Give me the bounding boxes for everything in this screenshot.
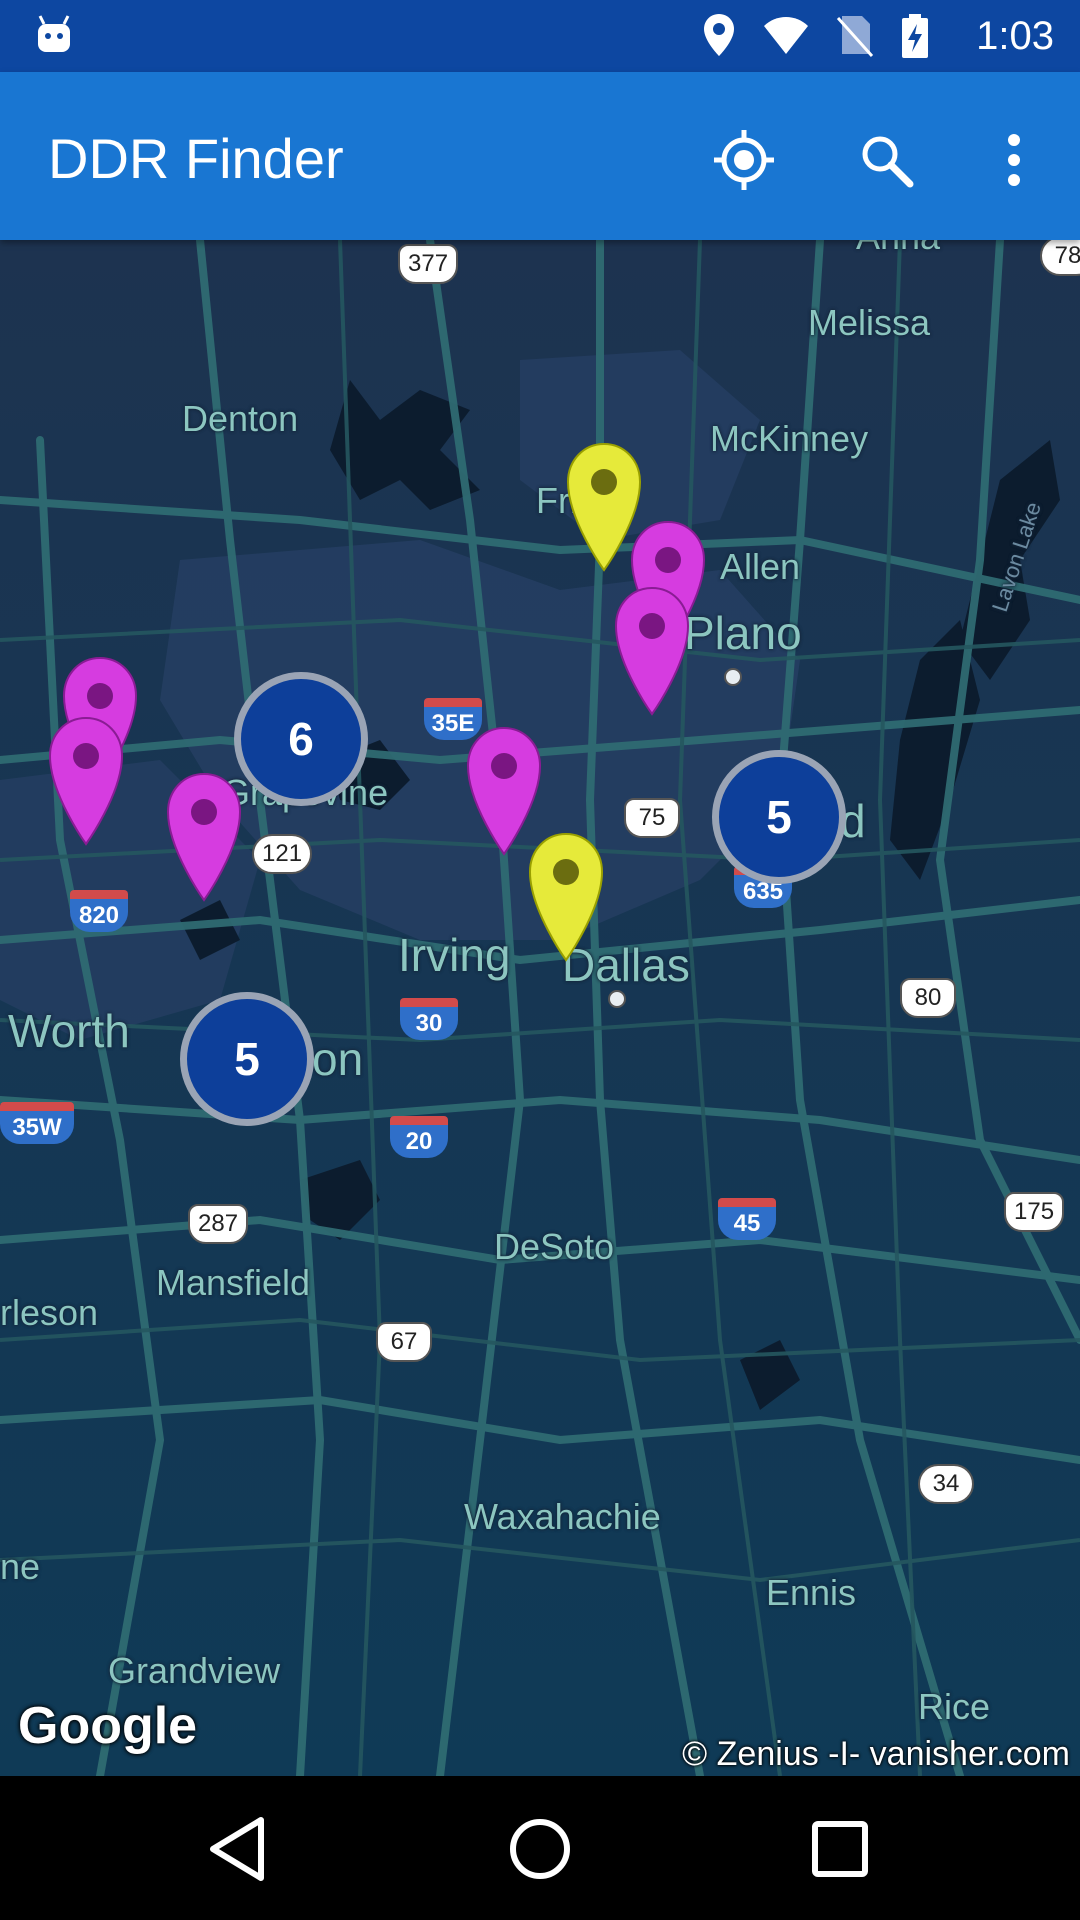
more-vert-icon: [1008, 134, 1020, 186]
map-attribution: © Zenius -I- vanisher.com: [682, 1735, 1070, 1773]
search-button[interactable]: [846, 120, 926, 200]
city-label-grandview: Grandview: [108, 1650, 281, 1691]
city-label-waxahachie: Waxahachie: [464, 1496, 661, 1537]
city-label-irving: Irving: [398, 929, 511, 981]
city-label-anna: Anna: [856, 240, 940, 258]
city-label-fort-worth: Worth: [8, 1005, 130, 1057]
back-button[interactable]: [190, 1804, 290, 1894]
marker-cluster-arlington[interactable]: 5: [180, 992, 314, 1126]
status-time: 1:03: [976, 14, 1054, 58]
city-dot-plano: [724, 668, 742, 686]
city-label-burleson: rleson: [0, 1292, 99, 1333]
home-circle-icon: [510, 1819, 570, 1879]
city-label-mckinney: McKinney: [710, 418, 869, 459]
highway-shield-287: 287: [188, 1204, 249, 1244]
highway-shield-45: 45: [718, 1198, 776, 1240]
map-view[interactable]: Anna Melissa Denton McKinney Fris Allen …: [0, 240, 1080, 1776]
back-triangle-icon: [210, 1817, 264, 1881]
my-location-button[interactable]: [704, 120, 784, 200]
google-logo: Google: [18, 1697, 198, 1755]
app-title: DDR Finder: [48, 127, 344, 190]
marker-cluster-grapevine[interactable]: 6: [234, 672, 368, 806]
wifi-icon: [762, 12, 810, 65]
highway-shield-78: 78: [1040, 240, 1080, 276]
location-pin-magenta[interactable]: [46, 714, 126, 846]
city-label-mansfield: Mansfield: [156, 1262, 311, 1303]
home-button[interactable]: [490, 1804, 590, 1894]
overflow-menu-button[interactable]: [974, 120, 1054, 200]
location-icon: [702, 12, 736, 65]
marker-cluster-garland[interactable]: 5: [712, 750, 846, 884]
city-label-desoto: DeSoto: [494, 1226, 615, 1267]
highway-shield-30: 30: [400, 998, 458, 1040]
status-bar: 1:03: [0, 0, 1080, 72]
crosshair-icon: [714, 130, 774, 190]
highway-shield-820: 820: [70, 890, 128, 932]
highway-shield-75: 75: [624, 798, 680, 838]
recents-square-icon: [812, 1821, 868, 1877]
city-label-denton: Denton: [182, 398, 299, 439]
highway-shield-20: 20: [390, 1116, 448, 1158]
location-pin-yellow[interactable]: [526, 830, 606, 962]
status-icons: [702, 12, 930, 65]
city-label-rice: Rice: [918, 1686, 991, 1727]
highway-shield-34: 34: [918, 1464, 974, 1504]
location-pin-magenta[interactable]: [612, 584, 692, 716]
navigation-bar: [0, 1776, 1080, 1920]
recents-button[interactable]: [790, 1804, 890, 1894]
highway-shield-67: 67: [376, 1322, 432, 1362]
highway-shield-35w: 35W: [0, 1102, 74, 1144]
no-sim-icon: [836, 12, 874, 65]
city-label-arlington: on: [312, 1033, 364, 1085]
android-debug-icon: [34, 14, 74, 59]
search-icon: [862, 136, 914, 188]
city-label-ennis: Ennis: [766, 1572, 857, 1613]
highway-shield-175: 175: [1004, 1192, 1065, 1232]
city-label-cleburne: ne: [0, 1546, 41, 1587]
location-pin-magenta[interactable]: [164, 770, 244, 902]
city-dot-dallas: [608, 990, 626, 1008]
highway-shield-80: 80: [900, 978, 956, 1018]
city-label-melissa: Melissa: [808, 302, 931, 343]
battery-charging-icon: [900, 12, 930, 65]
city-label-allen: Allen: [720, 546, 801, 587]
highway-shield-377: 377: [398, 244, 459, 284]
app-bar: DDR Finder: [0, 72, 1080, 240]
highway-shield-121: 121: [252, 834, 313, 874]
